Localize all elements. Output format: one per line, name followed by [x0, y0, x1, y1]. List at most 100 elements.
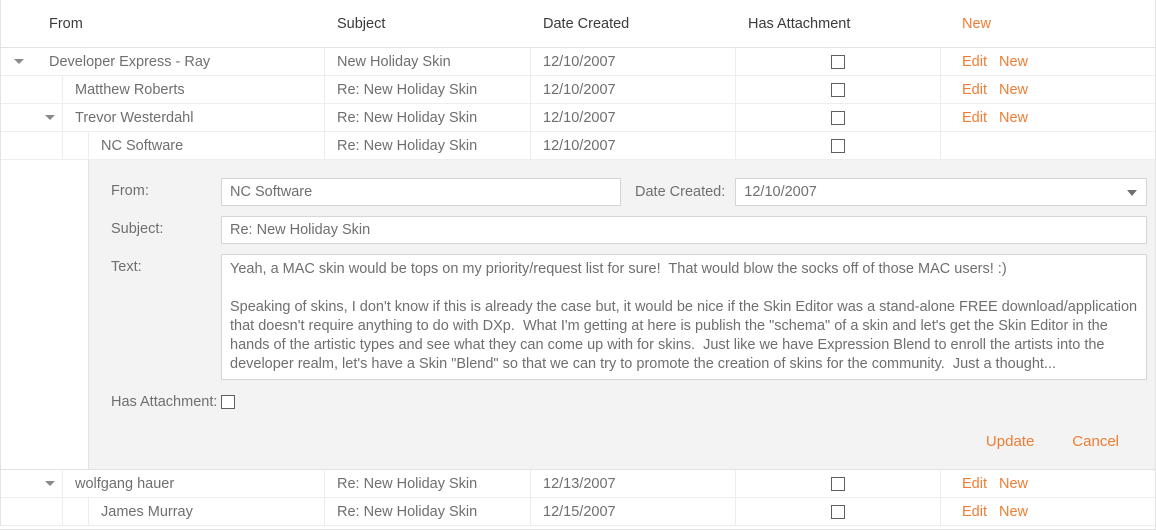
- table-row[interactable]: Trevor Westerdahl Re: New Holiday Skin 12/…: [1, 104, 1155, 132]
- row-indent-cell: [1, 76, 37, 103]
- cell-from-label: James Murray: [101, 503, 193, 520]
- row-has-attachment-checkbox[interactable]: [831, 82, 845, 97]
- cell-has-attachment: [736, 76, 941, 103]
- row-indent-cell: [1, 498, 37, 525]
- grid-header-row: From Subject Date Created Has Attachment…: [1, 0, 1155, 48]
- cell-date-created: 12/13/2007: [531, 470, 736, 497]
- cell-subject: Re: New Holiday Skin: [325, 76, 531, 103]
- label-text: Text:: [111, 259, 142, 275]
- new-link[interactable]: New: [999, 110, 1028, 126]
- table-row[interactable]: Matthew Roberts Re: New Holiday Skin 12/10…: [1, 76, 1155, 104]
- cell-date-created: 12/15/2007: [531, 498, 736, 525]
- cell-subject: Re: New Holiday Skin: [325, 104, 531, 131]
- new-link[interactable]: New: [999, 504, 1028, 520]
- edit-link[interactable]: Edit: [962, 110, 987, 126]
- new-link[interactable]: New: [999, 82, 1028, 98]
- cell-date-created: 12/10/2007: [531, 104, 736, 131]
- date-created-value: 12/10/2007: [744, 184, 817, 200]
- tree-indent-spacer: [37, 76, 63, 103]
- row-has-attachment-checkbox[interactable]: [831, 54, 845, 69]
- has-attachment-checkbox[interactable]: [221, 395, 235, 409]
- cell-from: James Murray: [37, 498, 325, 525]
- cell-from: Matthew Roberts: [37, 76, 325, 103]
- edit-row-from-date: From: NC Software Date Created: 12/10/20…: [111, 178, 1147, 206]
- label-from: From:: [111, 183, 149, 199]
- cell-commands: Edit New: [941, 498, 1155, 525]
- table-row[interactable]: James Murray Re: New Holiday Skin 12/15/20…: [1, 498, 1155, 526]
- cell-commands: Edit New: [941, 470, 1155, 497]
- label-date-created: Date Created:: [635, 184, 726, 200]
- header-new-link[interactable]: New: [941, 0, 1155, 47]
- row-has-attachment-checkbox[interactable]: [831, 476, 845, 491]
- cell-commands: Edit New: [941, 48, 1155, 75]
- edit-form-buttons: Update Cancel: [111, 430, 1147, 453]
- edit-row-text: Text: Yeah, a MAC skin would be tops on …: [111, 254, 1147, 380]
- chevron-down-icon[interactable]: [1127, 190, 1137, 196]
- tree-indent-spacer: [63, 132, 89, 159]
- cell-from: NC Software: [37, 132, 325, 159]
- cell-has-attachment: [736, 104, 941, 131]
- cell-from-label: NC Software: [101, 137, 184, 154]
- inline-edit-form: From: NC Software Date Created: 12/10/20…: [1, 160, 1155, 470]
- table-row[interactable]: NC Software Re: New Holiday Skin 12/10/200…: [1, 132, 1155, 160]
- cell-has-attachment: [736, 470, 941, 497]
- cell-from: Trevor Westerdahl: [37, 104, 325, 131]
- tree-indent-spacer: [37, 470, 63, 497]
- edit-row-subject: Subject: Re: New Holiday Skin: [111, 216, 1147, 244]
- table-row[interactable]: wolfgang hauer Re: New Holiday Skin 12/13/…: [1, 470, 1155, 498]
- date-created-combobox[interactable]: 12/10/2007: [735, 178, 1147, 206]
- cell-date-created: 12/10/2007: [531, 132, 736, 159]
- cell-commands: Edit New: [941, 76, 1155, 103]
- edit-row-has-attachment: Has Attachment:: [111, 394, 1147, 410]
- cell-subject: Re: New Holiday Skin: [325, 132, 531, 159]
- text-textarea[interactable]: Yeah, a MAC skin would be tops on my pri…: [221, 254, 1147, 380]
- cell-subject: New Holiday Skin: [325, 48, 531, 75]
- edit-link[interactable]: Edit: [962, 82, 987, 98]
- column-header-from[interactable]: From: [37, 0, 325, 47]
- cancel-button[interactable]: Cancel: [1066, 430, 1125, 453]
- header-indent-spacer: [1, 0, 37, 47]
- cell-from: Developer Express - Ray: [37, 48, 325, 75]
- new-link[interactable]: New: [999, 476, 1028, 492]
- cell-subject: Re: New Holiday Skin: [325, 498, 531, 525]
- row-indent-cell: [1, 132, 37, 159]
- table-row[interactable]: Developer Express - Ray New Holiday Skin 1…: [1, 48, 1155, 76]
- cell-from: wolfgang hauer: [37, 470, 325, 497]
- cell-has-attachment: [736, 498, 941, 525]
- row-has-attachment-checkbox[interactable]: [831, 110, 845, 125]
- chevron-down-icon[interactable]: [14, 59, 24, 64]
- tree-indent-spacer: [63, 498, 89, 525]
- cell-from-label: wolfgang hauer: [75, 475, 175, 492]
- tree-indent-spacer: [37, 498, 63, 525]
- cell-from-label: Trevor Westerdahl: [75, 109, 194, 126]
- cell-date-created: 12/10/2007: [531, 48, 736, 75]
- cell-from-label: Matthew Roberts: [75, 81, 185, 98]
- grid-rows-top: Developer Express - Ray New Holiday Skin 1…: [1, 48, 1155, 160]
- cell-date-created: 12/10/2007: [531, 76, 736, 103]
- chevron-down-icon[interactable]: [44, 481, 55, 486]
- edit-link[interactable]: Edit: [962, 476, 987, 492]
- edit-link[interactable]: Edit: [962, 504, 987, 520]
- label-has-attachment: Has Attachment:: [111, 394, 218, 410]
- column-header-has-attachment[interactable]: Has Attachment: [736, 0, 941, 47]
- row-indent-cell: [1, 470, 37, 497]
- email-tree-grid-app: From Subject Date Created Has Attachment…: [0, 0, 1156, 530]
- edit-link[interactable]: Edit: [962, 54, 987, 70]
- cell-commands: [941, 132, 1155, 159]
- cell-has-attachment: [736, 48, 941, 75]
- grid-rows-bottom: wolfgang hauer Re: New Holiday Skin 12/13/…: [1, 470, 1155, 526]
- row-indent-cell: [1, 104, 37, 131]
- new-link[interactable]: New: [999, 54, 1028, 70]
- subject-input[interactable]: Re: New Holiday Skin: [221, 216, 1147, 244]
- column-header-subject[interactable]: Subject: [325, 0, 531, 47]
- cell-commands: Edit New: [941, 104, 1155, 131]
- column-header-date-created[interactable]: Date Created: [531, 0, 736, 47]
- row-has-attachment-checkbox[interactable]: [831, 138, 845, 153]
- row-has-attachment-checkbox[interactable]: [831, 504, 845, 519]
- cell-subject: Re: New Holiday Skin: [325, 470, 531, 497]
- label-subject: Subject:: [111, 221, 164, 237]
- from-input[interactable]: NC Software: [221, 178, 621, 206]
- update-button[interactable]: Update: [980, 430, 1040, 453]
- tree-indent-spacer: [37, 132, 63, 159]
- chevron-down-icon[interactable]: [44, 115, 55, 120]
